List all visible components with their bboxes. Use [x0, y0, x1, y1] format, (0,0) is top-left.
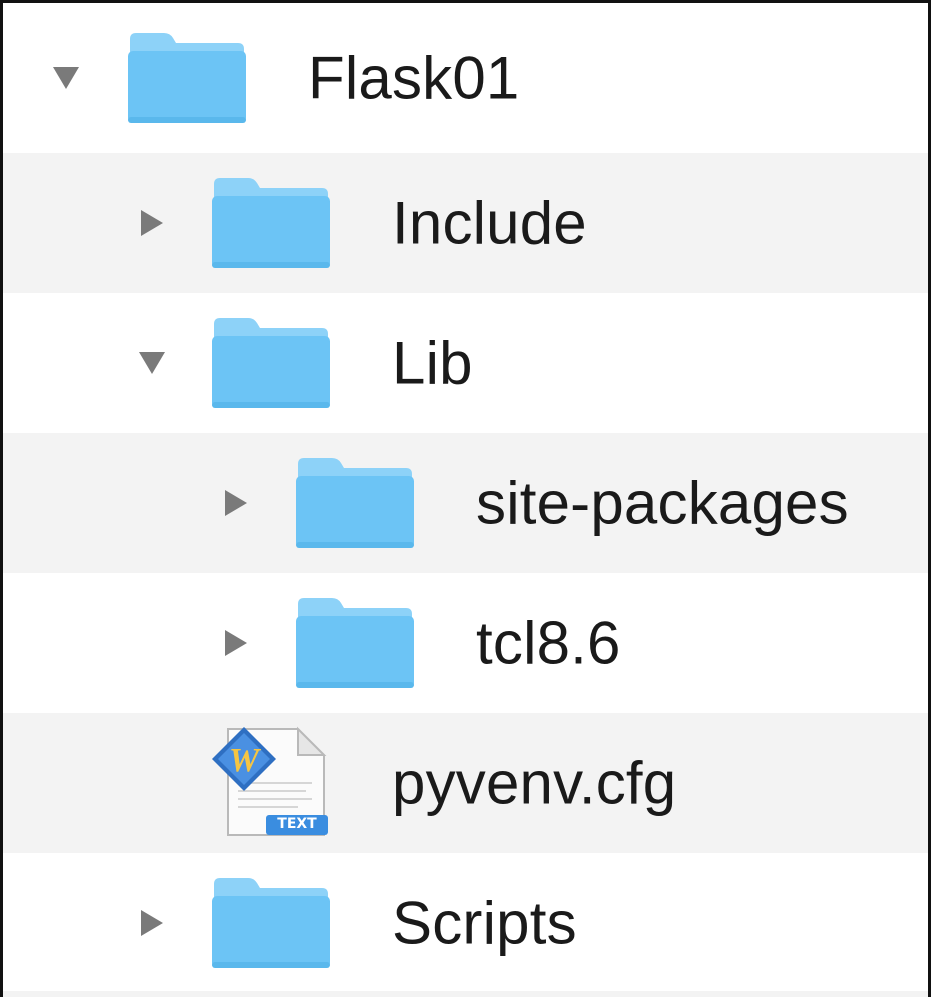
text-badge: TEXT	[277, 816, 317, 832]
tree-row-label: site-packages	[476, 469, 849, 537]
folder-icon	[294, 454, 416, 552]
tree-row-lib[interactable]: Lib	[3, 293, 928, 433]
disclosure-collapsed-icon[interactable]	[137, 208, 167, 238]
tree-row-label: Lib	[392, 329, 473, 397]
tree-row-tcl8-6[interactable]: tcl8.6	[3, 573, 928, 713]
tree-row-site-packages[interactable]: site-packages	[3, 433, 928, 573]
disclosure-expanded-icon[interactable]	[51, 63, 81, 93]
disclosure-collapsed-icon[interactable]	[221, 488, 251, 518]
folder-icon	[294, 594, 416, 692]
disclosure-expanded-icon[interactable]	[137, 348, 167, 378]
folder-icon	[210, 174, 332, 272]
next-row-edge	[3, 991, 928, 997]
tree-row-scripts[interactable]: Scripts	[3, 853, 928, 993]
finder-list-view: Flask01 Include Lib site-packages tcl8.6…	[0, 0, 931, 997]
tree-row-label: Include	[392, 189, 587, 257]
tree-row-label: tcl8.6	[476, 609, 621, 677]
svg-text:W: W	[229, 742, 262, 779]
disclosure-collapsed-icon[interactable]	[221, 628, 251, 658]
folder-icon	[210, 874, 332, 972]
text-file-icon: W TEXT	[206, 723, 336, 843]
tree-row-label: Flask01	[308, 44, 520, 112]
tree-row-flask01[interactable]: Flask01	[3, 3, 928, 153]
tree-row-label: Scripts	[392, 889, 577, 957]
folder-icon	[126, 29, 248, 127]
folder-icon	[210, 314, 332, 412]
tree-row-pyvenv-cfg[interactable]: W TEXT pyvenv.cfg	[3, 713, 928, 853]
file-tree: Flask01 Include Lib site-packages tcl8.6…	[3, 3, 928, 993]
tree-row-label: pyvenv.cfg	[392, 749, 677, 817]
disclosure-collapsed-icon[interactable]	[137, 908, 167, 938]
tree-row-include[interactable]: Include	[3, 153, 928, 293]
